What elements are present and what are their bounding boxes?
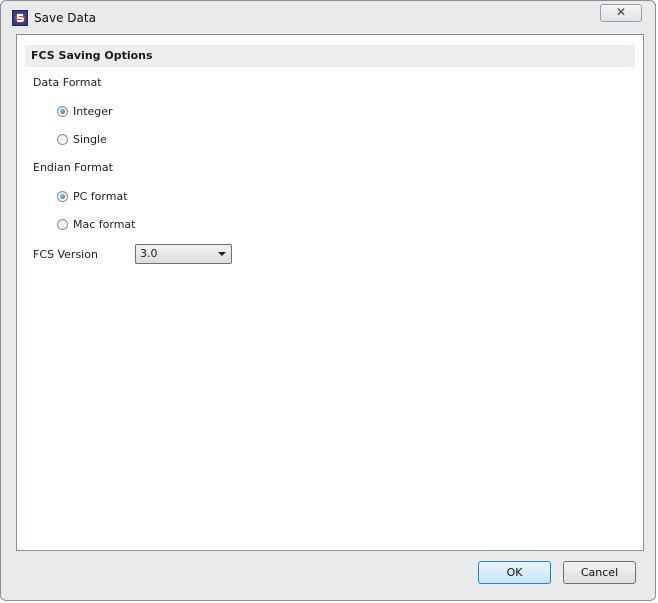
close-icon: ✕: [615, 5, 627, 19]
radio-pc-format[interactable]: PC format: [57, 188, 128, 204]
fcs-version-value: 3.0: [140, 247, 158, 260]
ok-button[interactable]: OK: [478, 561, 551, 584]
radio-checked-icon: [57, 105, 68, 117]
radio-single[interactable]: Single: [57, 131, 107, 147]
radio-pc-format-label: PC format: [73, 189, 128, 203]
close-button[interactable]: ✕: [600, 4, 642, 22]
data-format-label: Data Format: [33, 76, 102, 89]
radio-mac-format-label: Mac format: [73, 217, 136, 231]
radio-mac-format[interactable]: Mac format: [57, 216, 135, 232]
radio-checked-icon: [57, 190, 68, 202]
radio-integer[interactable]: Integer: [57, 103, 113, 119]
radio-integer-label: Integer: [73, 104, 113, 118]
radio-single-label: Single: [73, 132, 107, 146]
section-header: FCS Saving Options: [25, 45, 635, 67]
fcs-express-app-icon: [12, 10, 28, 26]
title-bar[interactable]: Save Data ✕: [1, 1, 655, 35]
fcs-version-label: FCS Version: [33, 248, 98, 261]
save-data-dialog: Save Data ✕ FCS Saving Options Data Form…: [0, 0, 656, 601]
fcs-version-select[interactable]: 3.0: [135, 244, 232, 264]
cancel-button[interactable]: Cancel: [563, 561, 636, 584]
endian-format-label: Endian Format: [33, 161, 113, 174]
radio-unchecked-icon: [57, 133, 68, 145]
window-title: Save Data: [34, 11, 96, 25]
chevron-down-icon: [218, 252, 226, 256]
radio-unchecked-icon: [57, 218, 68, 230]
options-panel: FCS Saving Options Data Format Integer S…: [16, 34, 644, 551]
